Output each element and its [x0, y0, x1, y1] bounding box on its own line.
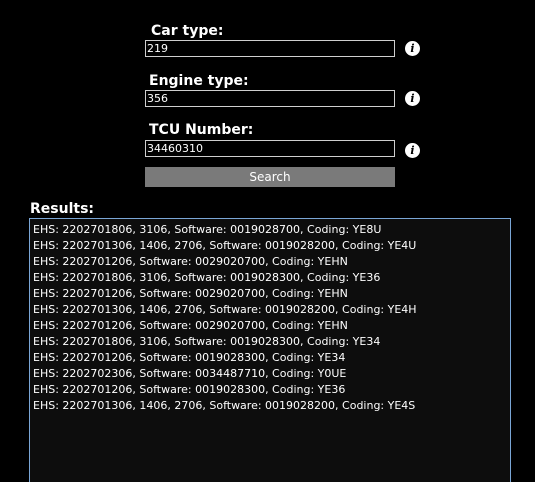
- result-line: EHS: 2202701206, Software: 0019028300, C…: [33, 383, 346, 396]
- tcu-number-input[interactable]: [145, 140, 395, 157]
- car-type-info-icon[interactable]: i: [405, 41, 420, 56]
- result-line: EHS: 2202701206, Software: 0029020700, C…: [33, 287, 348, 300]
- result-line: EHS: 2202701806, 3106, Software: 0019028…: [33, 335, 381, 348]
- result-line: EHS: 2202701306, 1406, 2706, Software: 0…: [33, 399, 416, 412]
- engine-type-info-icon[interactable]: i: [405, 91, 420, 106]
- engine-type-label: Engine type:: [149, 73, 249, 89]
- search-button[interactable]: Search: [145, 167, 395, 187]
- result-line: EHS: 2202701806, 3106, Software: 0019028…: [33, 223, 382, 236]
- engine-type-input[interactable]: [145, 90, 395, 107]
- results-textarea[interactable]: EHS: 2202701806, 3106, Software: 0019028…: [29, 218, 511, 482]
- tcu-number-label: TCU Number:: [149, 122, 254, 138]
- app-root: Car type: i Engine type: i TCU Number: i…: [0, 0, 535, 482]
- result-line: EHS: 2202701206, Software: 0019028300, C…: [33, 351, 346, 364]
- result-line: EHS: 2202701806, 3106, Software: 0019028…: [33, 271, 381, 284]
- result-line: EHS: 2202701306, 1406, 2706, Software: 0…: [33, 239, 417, 252]
- results-label: Results:: [30, 201, 94, 217]
- car-type-input[interactable]: [145, 40, 395, 57]
- result-line: EHS: 2202701306, 1406, 2706, Software: 0…: [33, 303, 417, 316]
- result-line: EHS: 2202701206, Software: 0029020700, C…: [33, 255, 348, 268]
- result-line: EHS: 2202702306, Software: 0034487710, C…: [33, 367, 347, 380]
- result-line: EHS: 2202701206, Software: 0029020700, C…: [33, 319, 348, 332]
- tcu-number-info-icon[interactable]: i: [405, 143, 420, 158]
- car-type-label: Car type:: [151, 23, 224, 39]
